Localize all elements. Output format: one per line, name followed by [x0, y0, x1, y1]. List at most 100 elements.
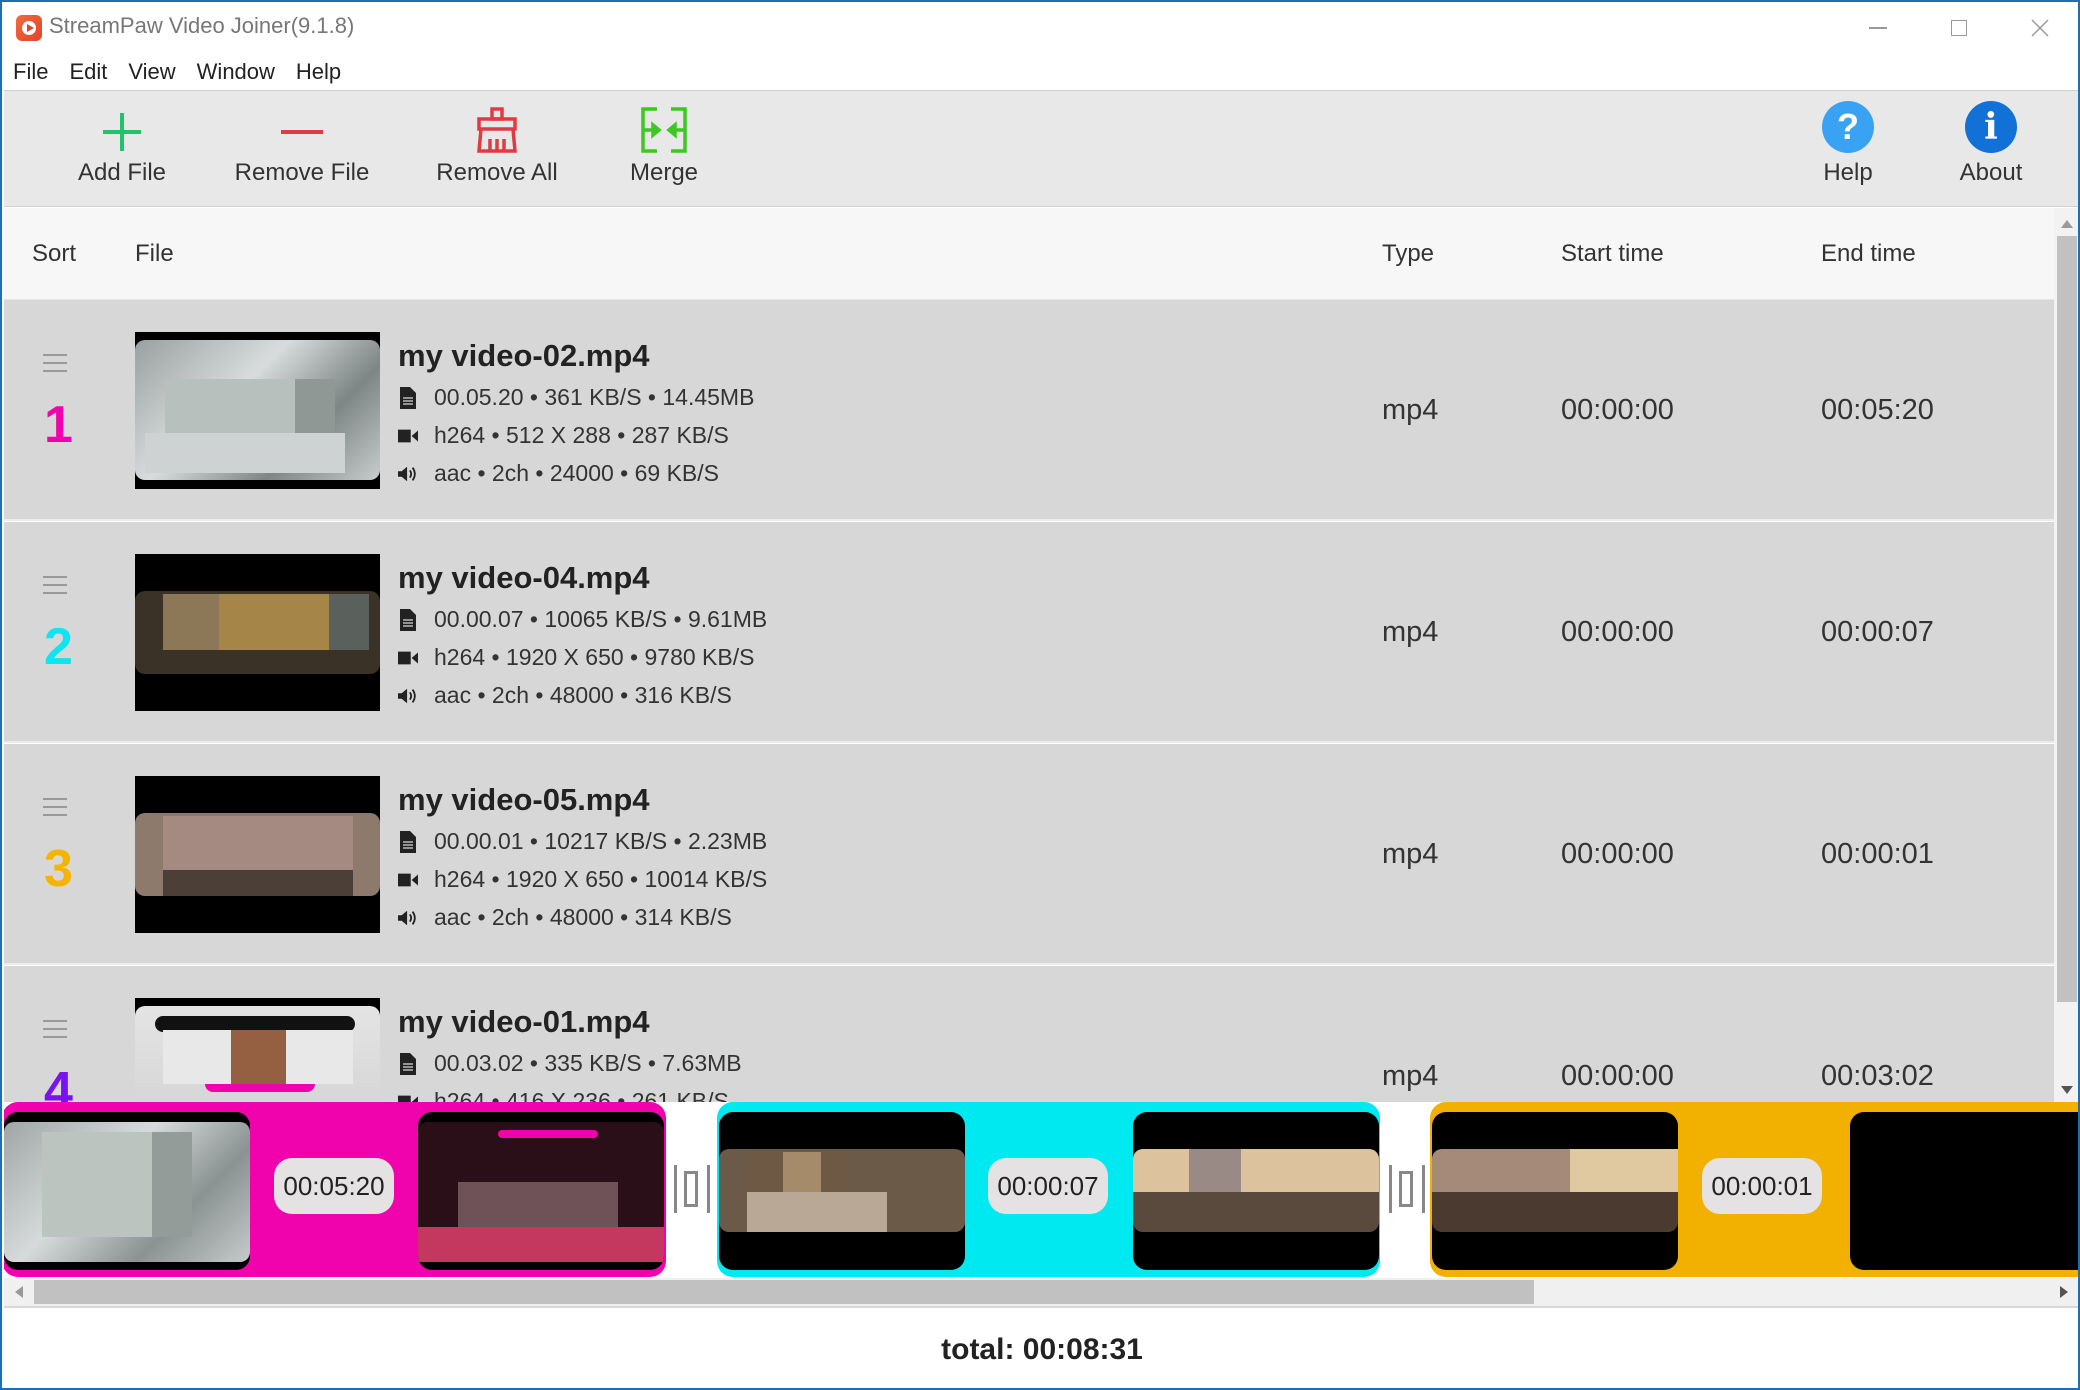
file-info-text: 00.03.02 • 335 KB/S • 7.63MB [434, 1050, 742, 1076]
file-icon [398, 830, 418, 853]
file-type: mp4 [1382, 394, 1439, 426]
video-thumbnail [135, 332, 380, 489]
broom-icon [477, 107, 517, 153]
clip-duration: 00:00:07 [988, 1158, 1108, 1214]
start-time[interactable]: 00:00:00 [1561, 838, 1674, 871]
timeline-clip[interactable]: 00:00:07 [717, 1102, 1380, 1277]
speaker-icon [398, 463, 418, 485]
row-index: 3 [44, 840, 73, 898]
help-label: Help [1823, 159, 1873, 186]
join-separator-icon [672, 1165, 712, 1213]
timeline-strip: 00:05:20 00:00:07 00:00:01 [4, 1102, 2078, 1278]
maximize-button[interactable] [1929, 10, 1989, 46]
minimize-button[interactable] [1848, 10, 1908, 46]
row-index: 2 [44, 618, 73, 676]
clip-start-thumbnail [1432, 1112, 1678, 1270]
remove-file-label: Remove File [234, 159, 370, 186]
column-header-start-time[interactable]: Start time [1561, 240, 1664, 268]
horizontal-scrollbar[interactable] [4, 1278, 2078, 1308]
scroll-left-arrow-icon[interactable] [15, 1286, 23, 1298]
table-row[interactable]: 1 my video-02.mp4 00.05.20 • 361 KB/S • … [4, 300, 2054, 521]
help-button[interactable]: ? Help [1808, 91, 1888, 207]
remove-file-button[interactable]: Remove File [232, 91, 372, 207]
column-header-end-time[interactable]: End time [1821, 240, 1916, 268]
menu-edit[interactable]: Edit [69, 59, 107, 85]
menu-bar: File Edit View Window Help [2, 54, 362, 90]
row-index: 1 [44, 396, 73, 454]
drag-handle-icon[interactable] [43, 576, 67, 594]
end-time[interactable]: 00:03:02 [1821, 1060, 1934, 1093]
video-info-text: h264 • 1920 X 650 • 9780 KB/S [434, 644, 755, 670]
drag-handle-icon[interactable] [43, 798, 67, 816]
file-name: my video-04.mp4 [398, 560, 650, 595]
drag-handle-icon[interactable] [43, 354, 67, 372]
menu-window[interactable]: Window [197, 59, 275, 85]
start-time[interactable]: 00:00:00 [1561, 1060, 1674, 1093]
merge-icon [641, 107, 687, 153]
speaker-icon [398, 907, 418, 929]
file-info-text: 00.00.01 • 10217 KB/S • 2.23MB [434, 828, 768, 854]
minus-icon [281, 130, 323, 134]
video-info: h264 • 1920 X 650 • 9780 KB/S [398, 644, 754, 671]
video-thumbnail [135, 776, 380, 933]
audio-info: aac • 2ch • 48000 • 316 KB/S [398, 682, 732, 709]
menu-help[interactable]: Help [296, 59, 341, 85]
start-time[interactable]: 00:00:00 [1561, 394, 1674, 427]
table-row[interactable]: 2 my video-04.mp4 00.00.07 • 10065 KB/S … [4, 522, 2054, 743]
clip-end-thumbnail [1133, 1112, 1379, 1270]
video-info-text: h264 • 416 X 236 • 261 KB/S [434, 1088, 729, 1102]
file-list: 1 my video-02.mp4 00.05.20 • 361 KB/S • … [4, 300, 2054, 1102]
close-button[interactable] [2010, 10, 2070, 46]
audio-info-text: aac • 2ch • 48000 • 314 KB/S [434, 904, 732, 930]
start-time[interactable]: 00:00:00 [1561, 616, 1674, 649]
clip-start-thumbnail [4, 1112, 250, 1270]
video-info: h264 • 512 X 288 • 287 KB/S [398, 422, 729, 449]
scroll-right-arrow-icon[interactable] [2060, 1286, 2068, 1298]
remove-all-button[interactable]: Remove All [432, 91, 562, 207]
end-time[interactable]: 00:05:20 [1821, 394, 1934, 427]
merge-button[interactable]: Merge [616, 91, 712, 207]
video-info-text: h264 • 512 X 288 • 287 KB/S [434, 422, 729, 448]
title-bar: StreamPaw Video Joiner(9.1.8) [2, 2, 2078, 52]
scroll-down-arrow-icon[interactable] [2061, 1086, 2073, 1094]
scroll-up-arrow-icon[interactable] [2061, 220, 2073, 228]
minimize-icon [1869, 27, 1887, 29]
vertical-scroll-thumb[interactable] [2057, 236, 2077, 1002]
clip-end-thumbnail [418, 1112, 664, 1270]
video-thumbnail [135, 554, 380, 711]
vertical-scrollbar[interactable] [2054, 208, 2078, 1102]
status-footer: total: 00:08:31 [4, 1310, 2078, 1388]
drag-handle-icon[interactable] [43, 1020, 67, 1038]
clip-start-thumbnail [719, 1112, 965, 1270]
add-file-button[interactable]: Add File [74, 91, 170, 207]
toolbar: Add File Remove File Remove All Merge ? … [4, 90, 2078, 207]
column-header-sort[interactable]: Sort [32, 240, 76, 268]
table-header: Sort File Type Start time End time [4, 208, 2054, 300]
end-time[interactable]: 00:00:01 [1821, 838, 1934, 871]
about-button[interactable]: i About [1936, 91, 2046, 207]
timeline-clip[interactable]: 00:05:20 [4, 1102, 666, 1277]
clip-duration: 00:00:01 [1702, 1158, 1822, 1214]
table-row[interactable]: 3 my video-05.mp4 00.00.01 • 10217 KB/S … [4, 744, 2054, 965]
timeline-clip[interactable]: 00:00:01 [1430, 1102, 2078, 1277]
column-header-type[interactable]: Type [1382, 240, 1434, 268]
table-row[interactable]: 4 my video-01.mp4 00.03.02 • 335 KB/S • … [4, 966, 2054, 1102]
file-name: my video-05.mp4 [398, 782, 650, 817]
audio-info: aac • 2ch • 24000 • 69 KB/S [398, 460, 719, 487]
window-title: StreamPaw Video Joiner(9.1.8) [49, 13, 355, 38]
video-info: h264 • 416 X 236 • 261 KB/S [398, 1088, 729, 1102]
remove-all-label: Remove All [436, 159, 558, 186]
video-camera-icon [398, 1091, 418, 1102]
file-type: mp4 [1382, 1060, 1439, 1092]
file-info: 00.00.07 • 10065 KB/S • 9.61MB [398, 606, 767, 633]
menu-file[interactable]: File [13, 59, 48, 85]
video-thumbnail [135, 998, 380, 1102]
end-time[interactable]: 00:00:07 [1821, 616, 1934, 649]
menu-view[interactable]: View [128, 59, 175, 85]
info-circle-icon: i [1965, 101, 2017, 153]
video-info-text: h264 • 1920 X 650 • 10014 KB/S [434, 866, 768, 892]
file-info: 00.05.20 • 361 KB/S • 14.45MB [398, 384, 754, 411]
horizontal-scroll-thumb[interactable] [34, 1280, 1534, 1304]
column-header-file[interactable]: File [135, 240, 174, 268]
plus-icon [103, 113, 141, 151]
